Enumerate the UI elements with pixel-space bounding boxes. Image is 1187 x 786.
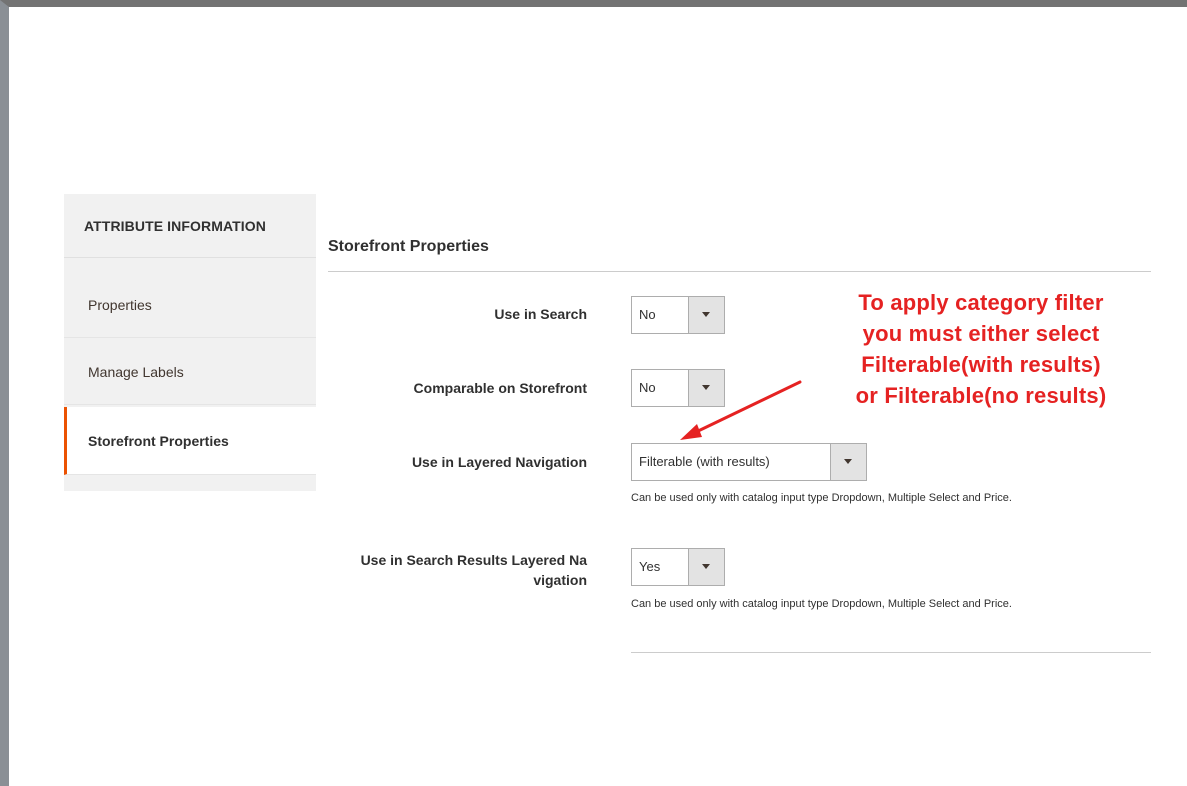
annotation-arrow-icon (680, 380, 802, 440)
